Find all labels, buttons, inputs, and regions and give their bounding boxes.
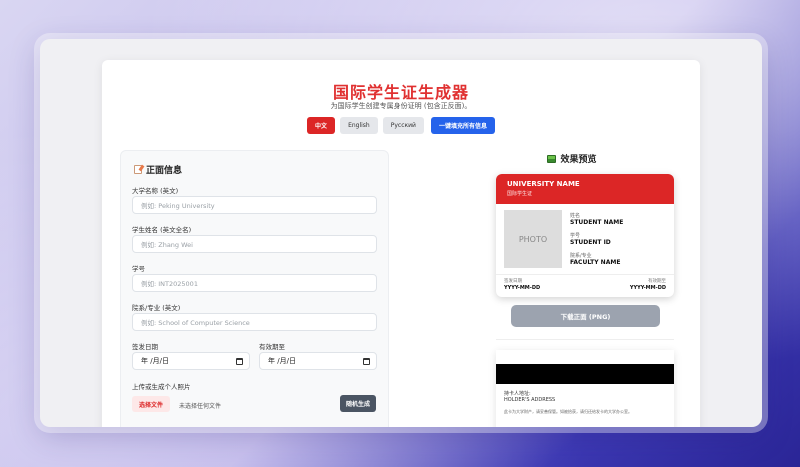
download-front-button[interactable]: 下载正面 (PNG)	[511, 305, 660, 327]
file-status: 未选择任何文件	[179, 403, 222, 410]
card-footer	[496, 274, 674, 275]
lang-russian-button[interactable]: Русский	[382, 117, 424, 134]
preview-title-text: 效果预览	[560, 155, 597, 165]
card-issue-label: 签发日期	[504, 279, 522, 284]
page-subtitle: 为国际学生创建专属身份证明 (包含正反面)。	[330, 102, 472, 110]
university-input[interactable]: 例如: Peking University	[132, 196, 377, 214]
card-name-value: STUDENT NAME	[570, 219, 624, 226]
photo-label: 上传或生成个人照片	[132, 383, 191, 391]
lang-chinese-button[interactable]: 中文	[307, 117, 336, 134]
magnetic-strip	[496, 364, 674, 384]
picture-icon	[547, 154, 557, 163]
faculty-label: 院系/专业 (英文)	[132, 304, 181, 312]
card-photo-placeholder: PHOTO	[504, 210, 562, 268]
page-title: 国际学生证生成器	[332, 83, 469, 102]
random-generate-button[interactable]: 随机生成	[340, 395, 377, 412]
expiry-date-label: 有效期至	[259, 343, 285, 351]
student-name-label: 学生姓名 (英文全名)	[132, 226, 192, 234]
student-id-input[interactable]: 例如: INT2025001	[132, 274, 377, 292]
calendar-icon[interactable]	[236, 358, 243, 365]
card-expiry-value: YYYY-MM-DD	[629, 285, 666, 291]
student-id-label: 学号	[132, 265, 145, 273]
issue-date-input[interactable]: 年 /月/日	[132, 352, 250, 370]
browser-frame: 国际学生证生成器 为国际学生创建专属身份证明 (包含正反面)。 中文 Engli…	[40, 39, 762, 427]
card-id-label: 学号	[570, 233, 581, 239]
page: 国际学生证生成器 为国际学生创建专属身份证明 (包含正反面)。 中文 Engli…	[102, 60, 700, 427]
choose-file-button[interactable]: 选择文件	[132, 396, 171, 412]
university-label: 大学名称 (英文)	[132, 187, 179, 195]
preview-title: 效果预览	[497, 152, 647, 165]
card-faculty-value: FACULTY NAME	[570, 259, 621, 266]
section-title: 正面信息	[134, 163, 182, 176]
card-expiry-label: 有效期至	[648, 279, 666, 284]
calendar-icon[interactable]	[363, 358, 370, 365]
back-address-label: 持卡人地址:	[504, 391, 531, 397]
divider	[496, 339, 674, 340]
language-switcher: 中文 English Русский 一键填充所有信息	[102, 117, 700, 134]
expiry-date-value: 年 /月/日	[268, 357, 296, 365]
card-university-subtitle: 国际学生证	[507, 191, 533, 197]
card-issue-value: YYYY-MM-DD	[504, 285, 541, 291]
back-note: 此卡为大学财产，请妥善保管。如被拾获，请归还给发卡的大学办公室。	[504, 409, 632, 414]
card-university-name: UNIVERSITY NAME	[507, 180, 580, 188]
card-name-label: 姓名	[570, 213, 581, 219]
id-card-front: UNIVERSITY NAME 国际学生证 PHOTO 姓名 STUDENT N…	[496, 174, 674, 297]
memo-icon	[134, 165, 142, 174]
issue-date-value: 年 /月/日	[141, 357, 169, 365]
issue-date-label: 签发日期	[132, 343, 158, 351]
fill-all-button[interactable]: 一键填充所有信息	[430, 117, 495, 134]
card-id-value: STUDENT ID	[570, 239, 611, 246]
expiry-date-input[interactable]: 年 /月/日	[259, 352, 377, 370]
student-name-input[interactable]: 例如: Zhang Wei	[132, 235, 377, 253]
id-card-back: 持卡人地址: HOLDER'S ADDRESS 此卡为大学财产，请妥善保管。如被…	[496, 350, 674, 427]
back-address-label-en: HOLDER'S ADDRESS	[504, 397, 556, 403]
card-header: UNIVERSITY NAME 国际学生证	[496, 174, 674, 204]
card-faculty-label: 院系/专业	[570, 253, 592, 259]
section-title-text: 正面信息	[146, 166, 183, 176]
front-info-form: 正面信息 大学名称 (英文) 例如: Peking University 学生姓…	[120, 150, 389, 427]
faculty-input[interactable]: 例如: School of Computer Science	[132, 313, 377, 331]
lang-english-button[interactable]: English	[340, 117, 378, 134]
